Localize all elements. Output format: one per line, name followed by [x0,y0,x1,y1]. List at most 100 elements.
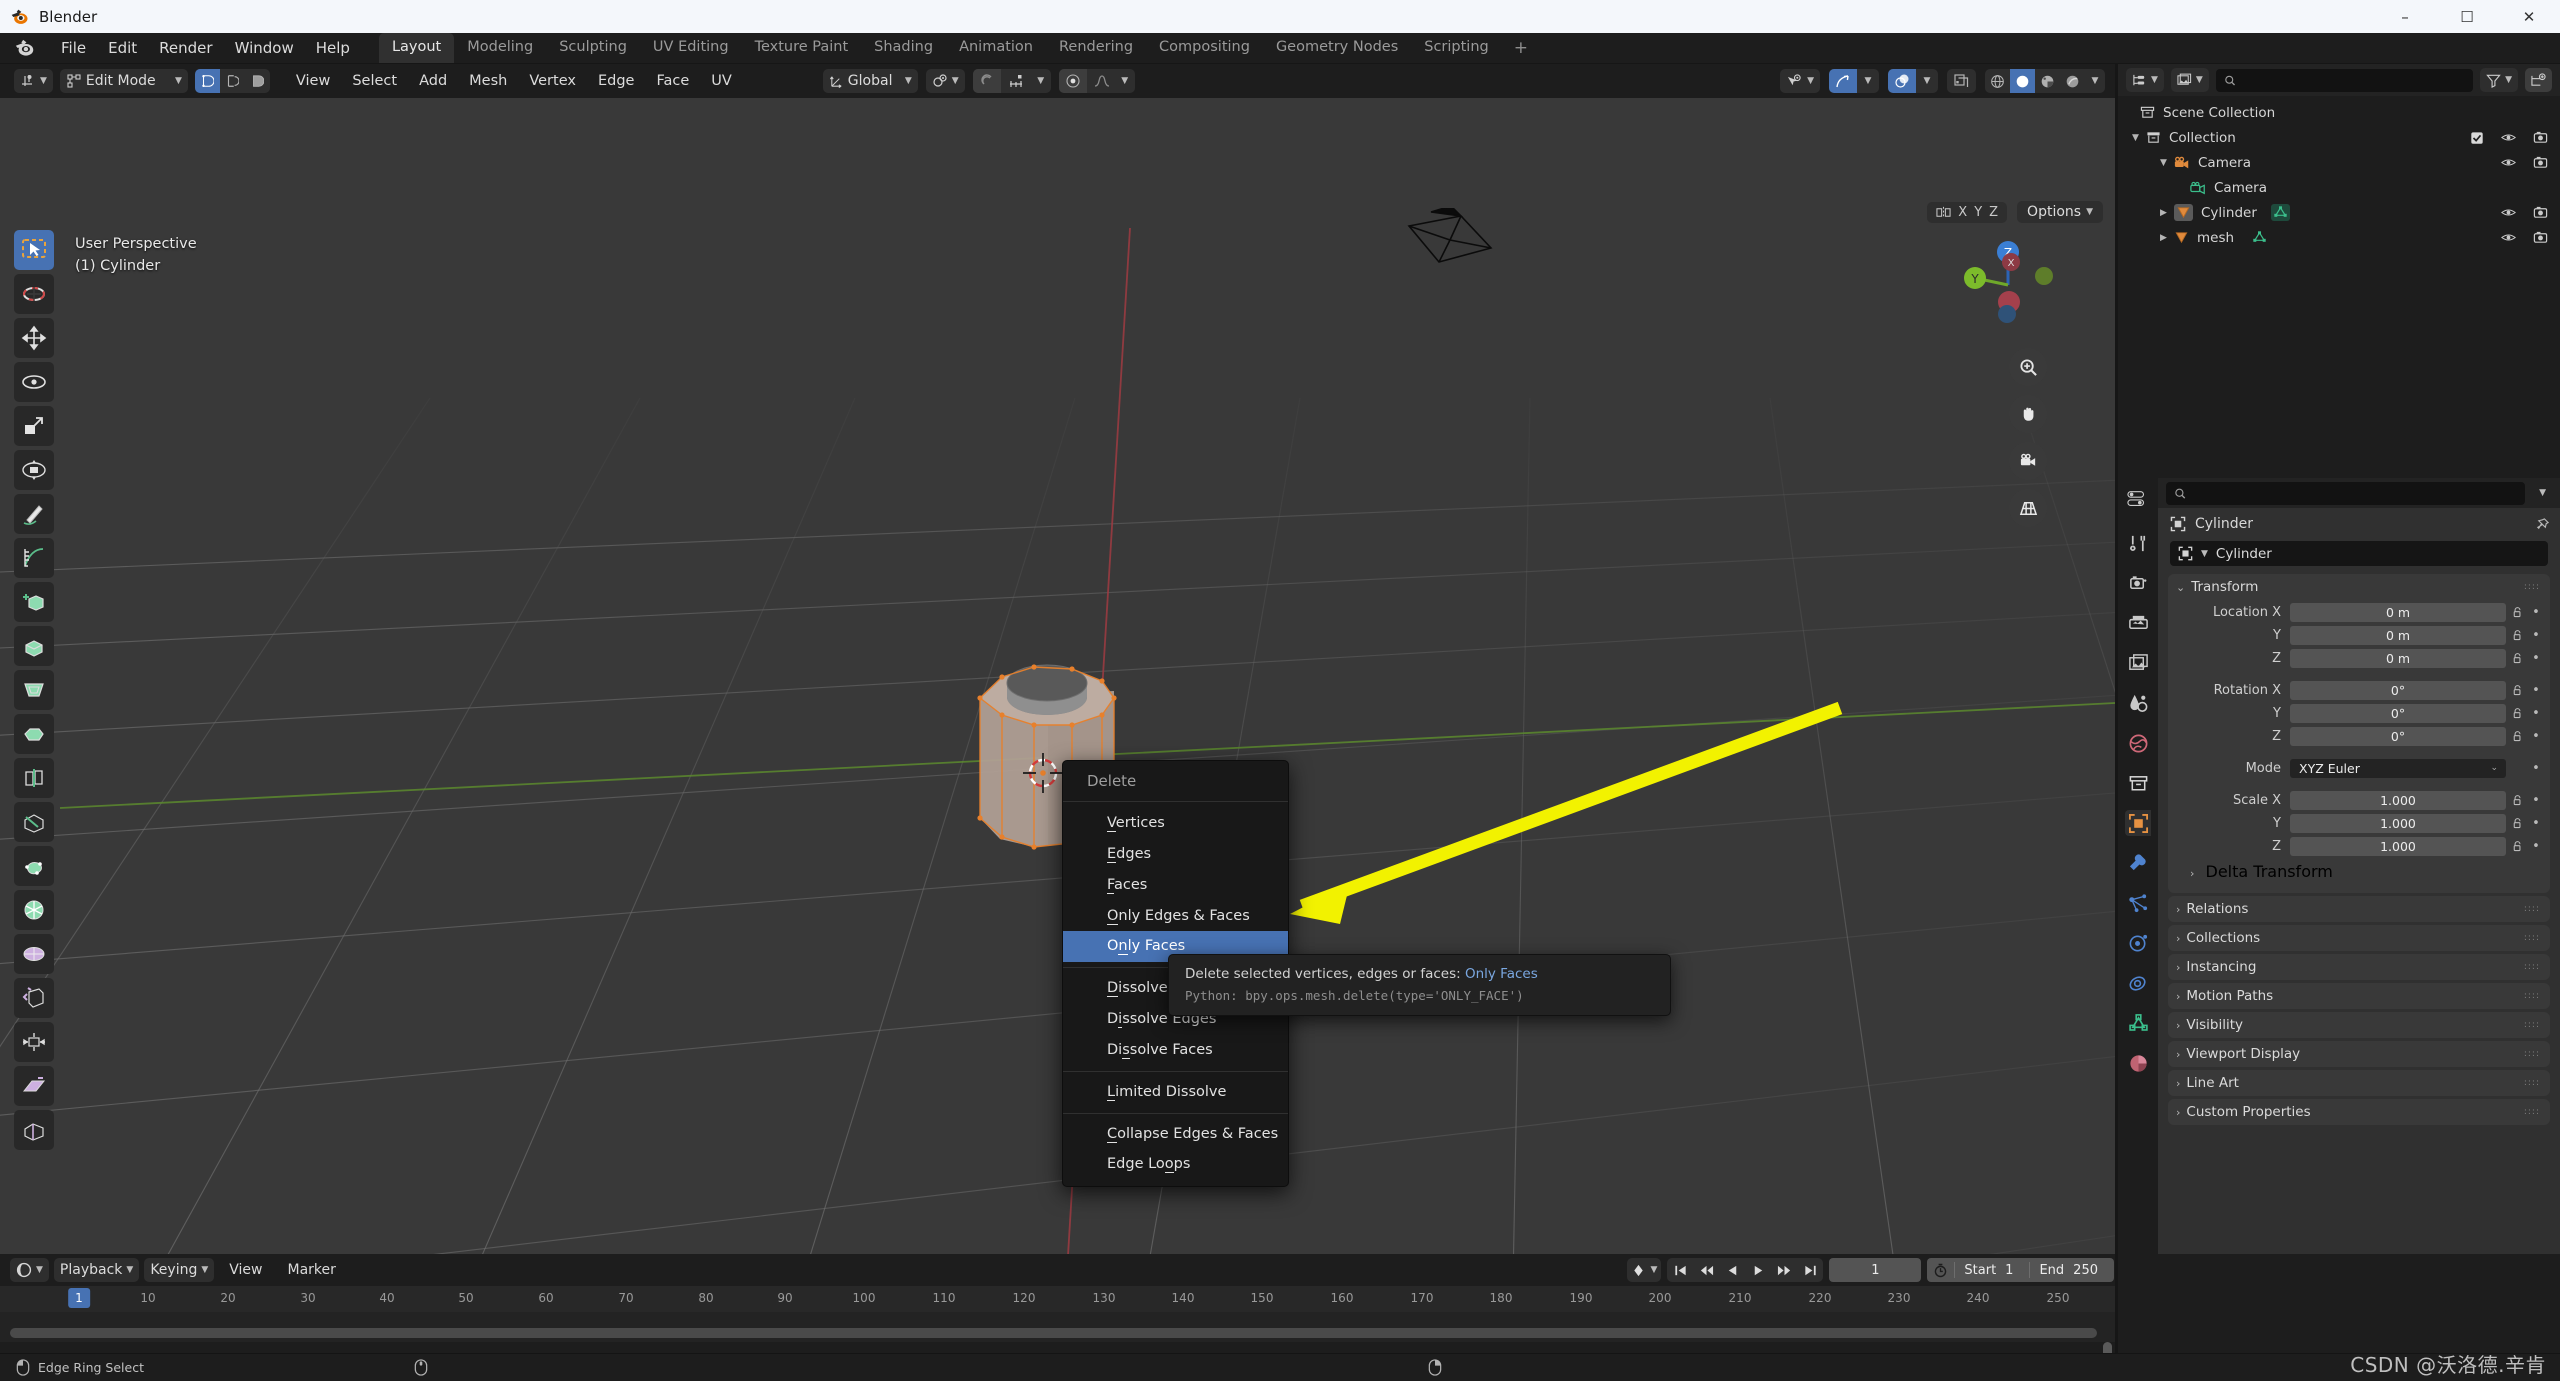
panel-viewport-display[interactable]: › Viewport Display :::: [2168,1041,2550,1067]
rotate-tool[interactable] [14,362,54,402]
animate-dot-icon[interactable]: • [2528,839,2544,854]
playback-menu[interactable]: Playback ▼ [53,1258,140,1282]
minimize-button[interactable]: – [2374,0,2436,33]
panel-relations[interactable]: › Relations :::: [2168,896,2550,922]
outliner-row-mesh[interactable]: ▶ mesh [2118,225,2560,250]
extrude-region-tool[interactable] [14,626,54,666]
outliner-row-camera-data[interactable]: Camera [2118,175,2560,200]
menu-item-dissolve-faces[interactable]: Dissolve Faces [1063,1035,1288,1066]
eye-icon[interactable] [2501,130,2516,145]
rotation-y-field[interactable]: 0° [2290,703,2506,723]
bevel-tool[interactable] [14,714,54,754]
prev-keyframe-icon[interactable] [1693,1258,1719,1282]
poly-build-tool[interactable] [14,846,54,886]
menu-vertex[interactable]: Vertex [518,69,587,94]
lock-axis-z[interactable]: Z [1989,205,1998,220]
tab-shading[interactable]: Shading [861,33,946,63]
menu-item-limited-dissolve[interactable]: Limited Dissolve [1063,1077,1288,1108]
timeline-ruler[interactable]: 1 10 20 30 40 50 60 70 80 90 100 110 120… [0,1286,2115,1312]
keying-set-selector[interactable]: ▼ [1627,1258,1662,1282]
tab-view-layer[interactable] [2125,650,2151,676]
proportional-edit-toggle-icon[interactable] [1058,69,1087,93]
properties-options-button[interactable]: ▼ [2533,481,2552,505]
animate-dot-icon[interactable]: • [2528,706,2544,721]
menu-uv[interactable]: UV [700,69,743,94]
properties-search-box[interactable] [2166,481,2526,505]
properties-search-input[interactable] [2192,485,2518,501]
tab-scripting[interactable]: Scripting [1411,33,1501,63]
add-cube-tool[interactable] [14,582,54,622]
scale-x-field[interactable]: 1.000 [2290,790,2506,810]
scale-z-field[interactable]: 1.000 [2290,836,2506,856]
outliner-editor-type-selector[interactable]: ▼ [2126,68,2164,92]
cursor-tool[interactable] [14,274,54,314]
tab-object[interactable] [2125,810,2151,836]
pan-hand-icon[interactable] [2009,395,2047,433]
menu-face[interactable]: Face [645,69,700,94]
eye-icon[interactable] [2501,230,2516,245]
shear-tool[interactable] [14,1066,54,1106]
chevron-down-icon[interactable]: ▼ [1031,69,1051,93]
eye-icon[interactable] [2501,205,2516,220]
expand-triangle-icon[interactable]: ▶ [2160,208,2174,218]
mode-selector[interactable]: Edit Mode ▼ [59,69,188,93]
tab-collection-properties[interactable] [2125,770,2151,796]
jump-start-icon[interactable] [1667,1258,1693,1282]
rotation-mode-dropdown[interactable]: XYZ Euler ⌄ [2290,758,2506,778]
measure-tool[interactable] [14,538,54,578]
tab-particles[interactable] [2125,890,2151,916]
animate-dot-icon[interactable]: • [2528,605,2544,620]
tweak-select-box-tool[interactable] [14,230,54,270]
menu-help[interactable]: Help [305,37,361,60]
outliner-row-camera-object[interactable]: ▼ Camera [2118,150,2560,175]
lock-axes-group[interactable]: X Y Z [1927,201,2008,223]
new-collection-button[interactable] [2525,68,2552,92]
object-name-field[interactable]: ▼ Cylinder [2170,541,2548,566]
lock-icon[interactable] [2506,817,2528,830]
lock-icon[interactable] [2506,684,2528,697]
tab-sculpting[interactable]: Sculpting [546,33,640,63]
menu-edit[interactable]: Edit [97,37,148,60]
menu-item-collapse-edges-faces[interactable]: Collapse Edges & Faces [1063,1119,1288,1150]
smooth-tool[interactable] [14,934,54,974]
face-select-icon[interactable] [245,69,270,93]
camera-view-icon[interactable] [2009,442,2047,480]
edge-select-icon[interactable] [220,69,245,93]
spin-tool[interactable] [14,890,54,930]
keying-menu[interactable]: Keying ▼ [144,1258,215,1282]
tab-animation[interactable]: Animation [946,33,1046,63]
snap-magnet-icon[interactable] [1001,69,1031,93]
scale-y-field[interactable]: 1.000 [2290,813,2506,833]
menu-mesh[interactable]: Mesh [458,69,518,94]
annotate-tool[interactable] [14,494,54,534]
properties-editor[interactable]: ▼ Cylinder ▼ Cylinder ⌄ Transform :::: L… [2118,478,2560,1254]
animate-dot-icon[interactable]: • [2528,793,2544,808]
outliner-row-scene-collection[interactable]: Scene Collection [2118,100,2560,125]
outliner-search-input[interactable] [2241,72,2466,88]
outliner-row-cylinder[interactable]: ▶ Cylinder [2118,200,2560,225]
tab-uv-editing[interactable]: UV Editing [640,33,742,63]
transform-tool[interactable] [14,450,54,490]
lock-icon[interactable] [2506,606,2528,619]
camera-render-icon[interactable] [2533,155,2548,170]
xray-toggle[interactable] [1947,69,1976,93]
tab-physics[interactable] [2125,930,2151,956]
outliner-filter-button[interactable]: ▼ [2480,68,2518,92]
current-frame-field[interactable]: 1 [1829,1258,1922,1282]
rendered-shading-icon[interactable] [2060,69,2085,93]
rip-region-tool[interactable] [14,1110,54,1150]
panel-collections[interactable]: › Collections :::: [2168,925,2550,951]
blender-logo-icon[interactable] [14,37,36,59]
solid-shading-icon[interactable] [2010,69,2035,93]
wireframe-shading-icon[interactable] [1985,69,2010,93]
transform-panel-header[interactable]: ⌄ Transform :::: [2168,574,2550,600]
shrink-fatten-tool[interactable] [14,1022,54,1062]
menu-select[interactable]: Select [341,69,408,94]
lock-axis-x[interactable]: X [1958,205,1967,220]
visibility-selector[interactable]: ▼ [1780,69,1820,93]
timeline-marker-menu[interactable]: Marker [278,1258,346,1282]
options-button[interactable]: Options ▼ [2017,201,2103,223]
eye-icon[interactable] [2501,155,2516,170]
end-frame-value[interactable]: 250 [2073,1263,2114,1278]
panel-instancing[interactable]: › Instancing :::: [2168,954,2550,980]
